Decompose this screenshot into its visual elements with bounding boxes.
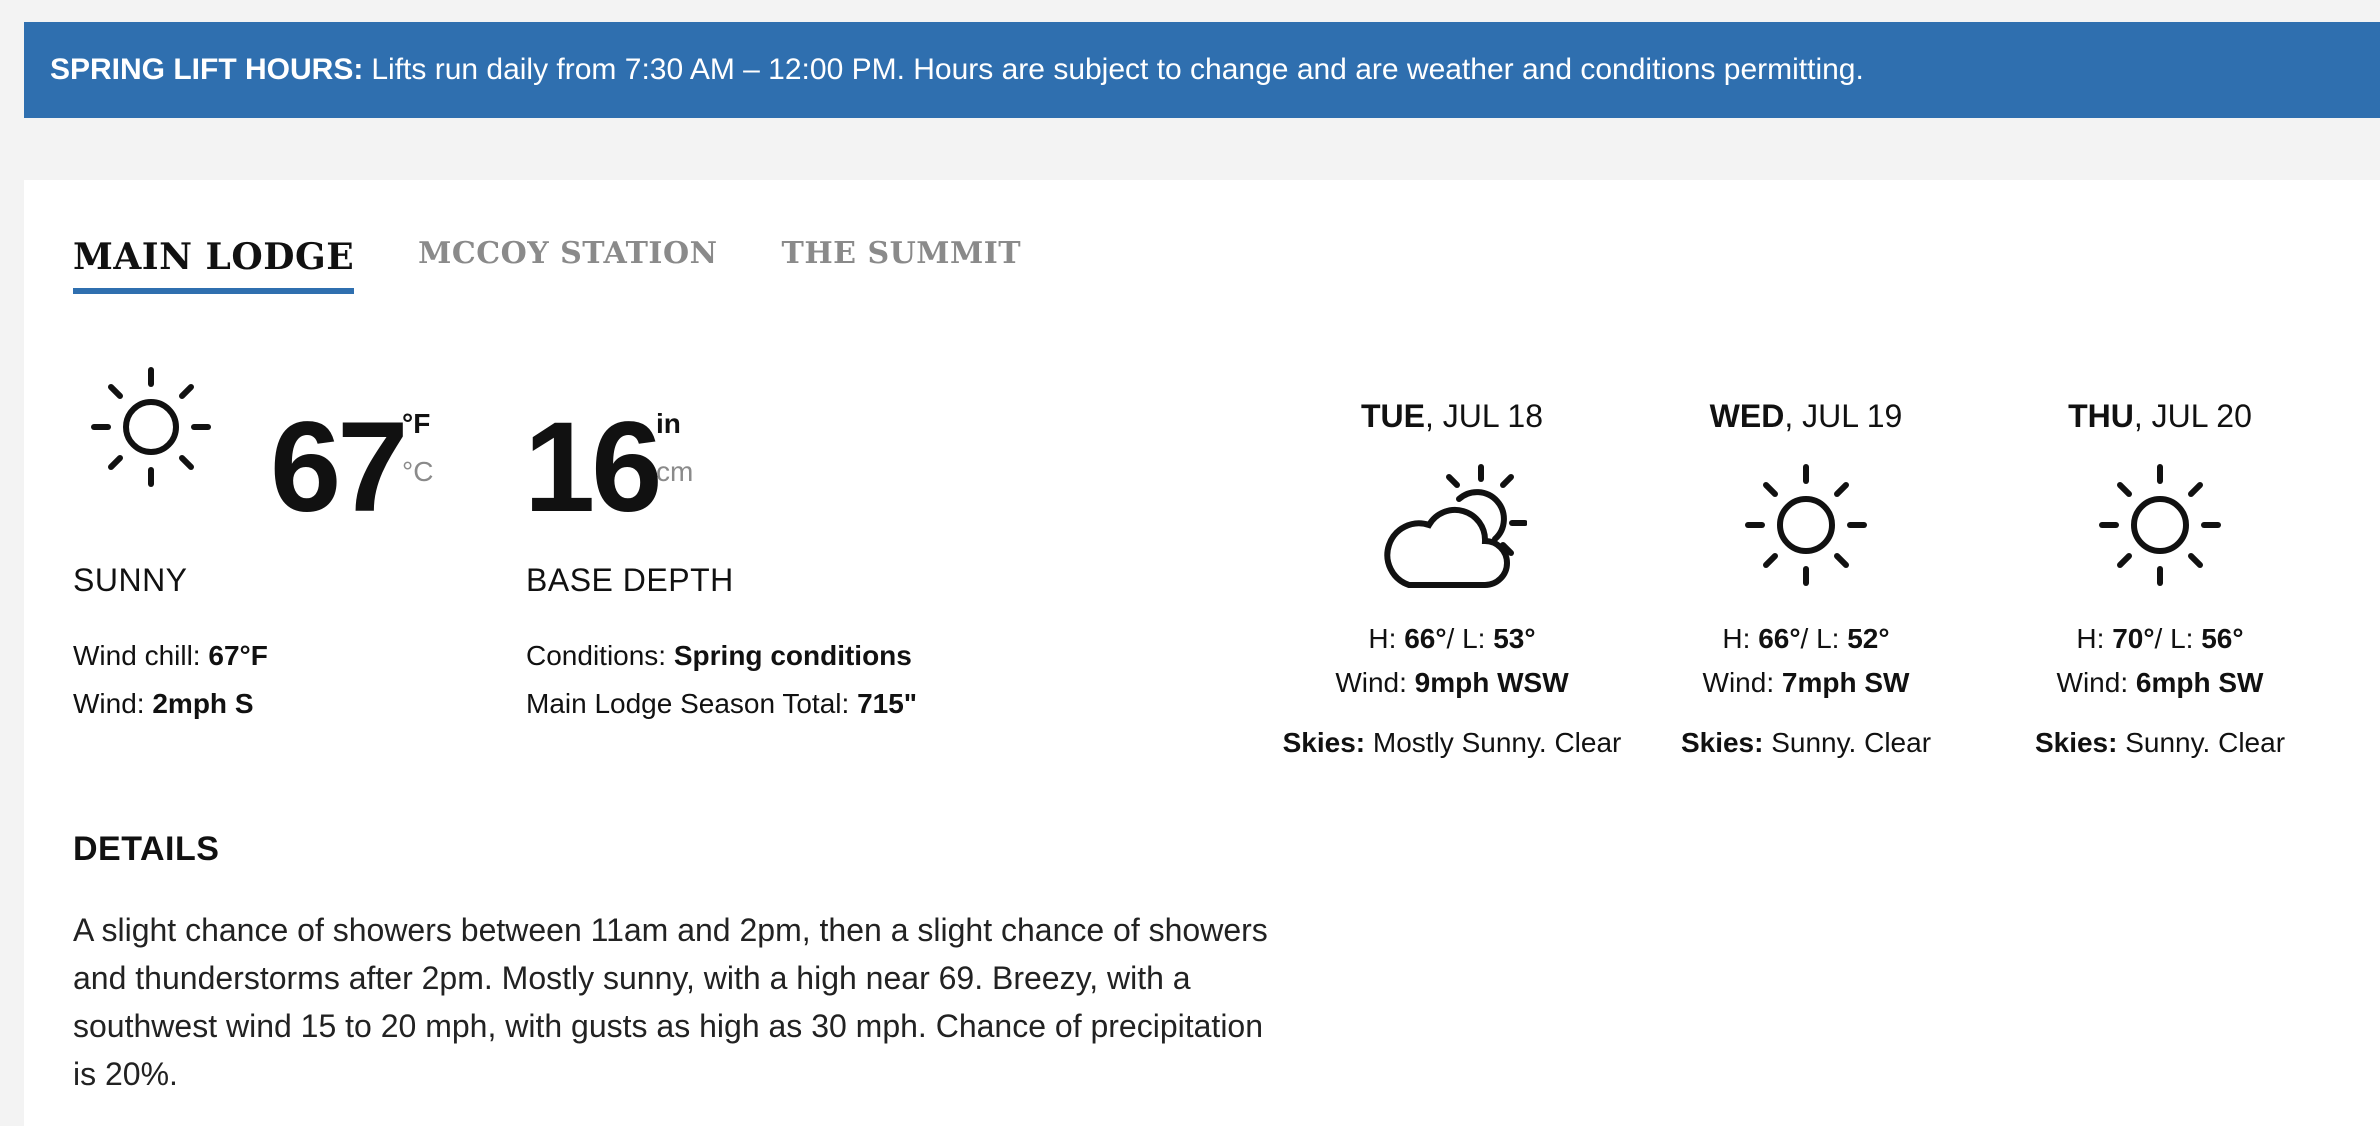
forecast-day: THU, JUL 20 H: 70°/ L: 56° Wind: 6mph SW… <box>1990 398 2330 759</box>
base-depth-number: 16 <box>524 396 662 539</box>
details-text: A slight chance of showers between 11am … <box>73 912 1268 1092</box>
season-total: Main Lodge Season Total: 715" <box>526 688 918 719</box>
forecast-skies: Skies: Sunny. Clear <box>1680 727 1932 758</box>
sun-icon <box>2099 464 2221 586</box>
forecast-wind: Wind: 6mph SW <box>2056 667 2264 698</box>
forecast-high-low: H: 66°/ L: 52° <box>1722 623 1890 654</box>
partly-cloudy-icon <box>1384 464 1527 588</box>
current-wind: Wind: 2mph S <box>73 688 254 719</box>
forecast-skies: Skies: Mostly Sunny. Clear <box>1282 727 1622 758</box>
snow-conditions: Conditions: Spring conditions <box>526 640 912 671</box>
unit-inches[interactable]: in <box>656 408 681 440</box>
tab-main-lodge[interactable]: MAIN LODGE <box>73 236 355 294</box>
forecast-high-low: H: 66°/ L: 53° <box>1368 623 1536 654</box>
forecast-date: WED, JUL 19 <box>1709 398 1903 434</box>
unit-centimeters[interactable]: cm <box>656 456 693 488</box>
wind-chill: Wind chill: 67°F <box>73 640 268 671</box>
location-tabs: MAIN LODGE MCCOY STATION THE SUMMIT <box>73 236 1021 294</box>
forecast-wind: Wind: 7mph SW <box>1702 667 1910 698</box>
forecast-day: TUE, JUL 18 H: 66°/ L: 53° Wind: 9mph WS… <box>1282 398 1622 759</box>
sun-icon <box>91 367 211 487</box>
forecast-skies: Skies: Sunny. Clear <box>2034 727 2286 758</box>
forecast-day: WED, JUL 19 H: 66°/ L: 52° Wind: 7mph SW… <box>1636 398 1976 759</box>
banner-text: Lifts run daily from 7:30 AM – 12:00 PM.… <box>371 53 1864 86</box>
unit-celsius[interactable]: °C <box>402 456 433 488</box>
forecast-date: TUE, JUL 18 <box>1361 398 1543 434</box>
unit-fahrenheit[interactable]: °F <box>402 408 430 440</box>
details-title: DETAILS <box>73 830 220 868</box>
forecast-high-low: H: 70°/ L: 56° <box>2076 623 2244 654</box>
current-temperature: 67 <box>270 396 408 539</box>
forecast-date: THU, JUL 20 <box>2068 398 2252 434</box>
tab-the-summit[interactable]: THE SUMMIT <box>782 236 1022 294</box>
lift-hours-banner: SPRING LIFT HOURS: Lifts run daily from … <box>24 22 2380 118</box>
current-condition: SUNNY <box>73 562 188 598</box>
banner-label: SPRING LIFT HOURS: <box>50 53 364 86</box>
forecast-wind: Wind: 9mph WSW <box>1335 667 1569 698</box>
tab-mccoy-station[interactable]: MCCOY STATION <box>418 236 717 294</box>
weather-card: MAIN LODGE MCCOY STATION THE SUMMIT 67 °… <box>24 180 2380 1126</box>
base-depth-label: BASE DEPTH <box>526 562 734 598</box>
sun-icon <box>1745 464 1867 586</box>
